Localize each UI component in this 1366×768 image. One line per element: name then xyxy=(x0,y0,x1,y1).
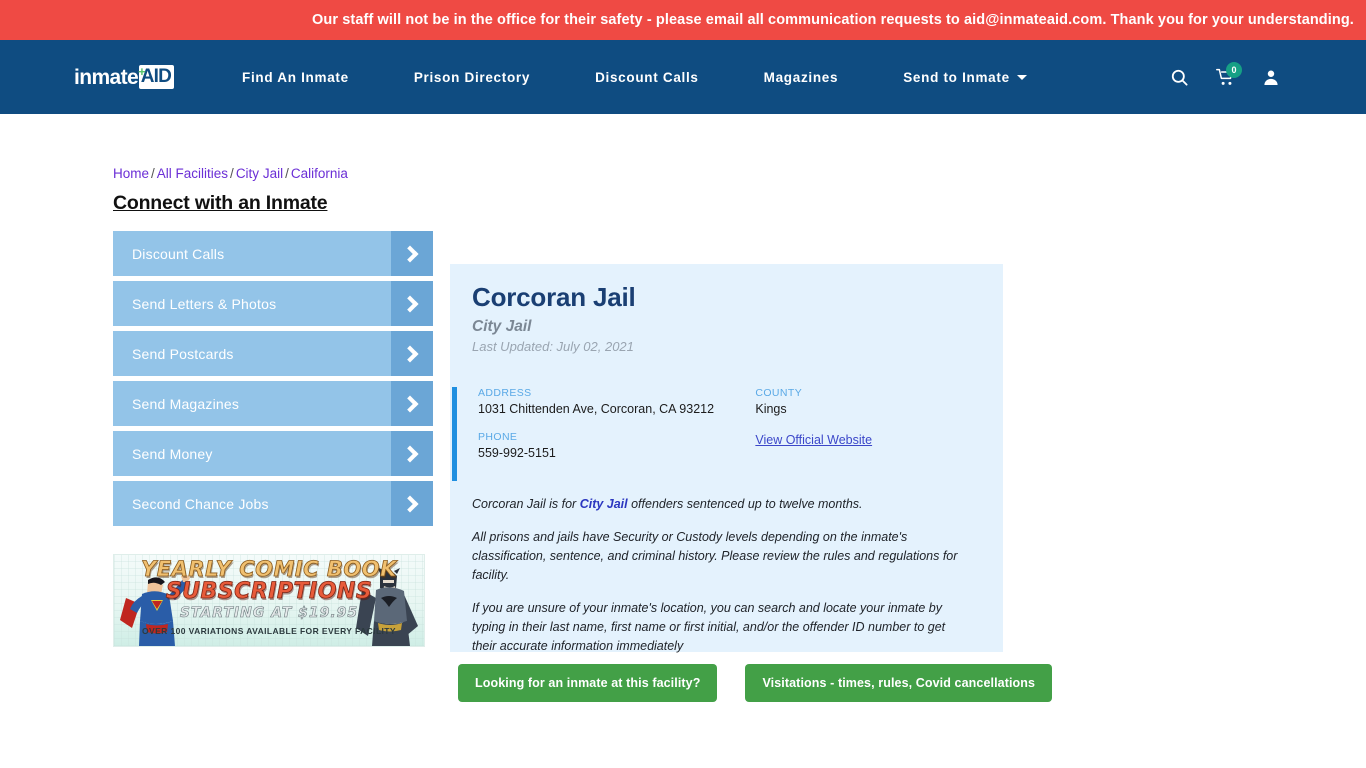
chevron-right-icon xyxy=(391,481,433,526)
desc-p1-before: Corcoran Jail is for xyxy=(472,497,580,511)
sidebar-item-send-magazines[interactable]: Send Magazines xyxy=(113,381,433,426)
nav-link-magazines[interactable]: Magazines xyxy=(764,70,839,85)
visitations-button[interactable]: Visitations - times, rules, Covid cancel… xyxy=(745,664,1053,702)
chevron-right-icon xyxy=(391,231,433,276)
sidebar-item-label: Discount Calls xyxy=(132,245,225,262)
sidebar-item-send-letters-photos[interactable]: Send Letters & Photos xyxy=(113,281,433,326)
ad-headline-line1: YEARLY COMIC BOOK xyxy=(141,557,397,582)
nav-link-find-an-inmate[interactable]: Find An Inmate xyxy=(242,70,349,85)
facility-info-card: Corcoran Jail City Jail Last Updated: Ju… xyxy=(450,264,1003,653)
ad-headline-line2: SUBSCRIPTIONS xyxy=(165,579,373,605)
chevron-right-icon xyxy=(391,431,433,476)
chevron-right-icon xyxy=(391,281,433,326)
sidebar-item-send-postcards[interactable]: Send Postcards xyxy=(113,331,433,376)
breadcrumb-separator: / xyxy=(285,166,289,181)
address-label: ADDRESS xyxy=(478,387,532,399)
logo-word-inmate: inmate xyxy=(74,65,139,89)
sidebar-item-label: Second Chance Jobs xyxy=(132,495,269,512)
facility-details-block: ADDRESS 1031 Chittenden Ave, Corcoran, C… xyxy=(450,387,1003,481)
facility-last-updated: Last Updated: July 02, 2021 xyxy=(472,339,634,354)
description-paragraph-2: All prisons and jails have Security or C… xyxy=(472,530,958,582)
main-navigation-bar: inmate + AID Find An Inmate Prison Direc… xyxy=(0,40,1366,114)
nav-icons-group: 0 xyxy=(1156,40,1294,114)
address-value: 1031 Chittenden Ave, Corcoran, CA 93212 xyxy=(478,402,715,416)
facility-type: City Jail xyxy=(472,318,532,335)
site-alert-banner: Our staff will not be in the office for … xyxy=(0,0,1366,40)
facility-name: Corcoran Jail xyxy=(472,282,636,312)
sidebar-item-second-chance-jobs[interactable]: Second Chance Jobs xyxy=(113,481,433,526)
facility-action-buttons: Looking for an inmate at this facility? … xyxy=(458,664,1053,702)
nav-links-group: Find An Inmate Prison Directory Discount… xyxy=(242,70,1092,85)
cart-count-badge: 0 xyxy=(1226,62,1242,78)
facility-details-left-column: ADDRESS 1031 Chittenden Ave, Corcoran, C… xyxy=(478,387,755,475)
logo-plus-icon: + xyxy=(138,63,146,79)
breadcrumb-separator: / xyxy=(230,166,234,181)
sidebar-item-discount-calls[interactable]: Discount Calls xyxy=(113,231,433,276)
sidebar-item-label: Send Postcards xyxy=(132,345,234,362)
breadcrumb: Home / All Facilities / City Jail / California xyxy=(113,166,348,181)
sidebar-item-label: Send Letters & Photos xyxy=(132,295,277,312)
shopping-cart-icon[interactable]: 0 xyxy=(1202,57,1248,97)
nav-link-discount-calls[interactable]: Discount Calls xyxy=(595,70,699,85)
nav-link-prison-directory[interactable]: Prison Directory xyxy=(414,70,530,85)
looking-for-inmate-button[interactable]: Looking for an inmate at this facility? xyxy=(458,664,718,702)
sidebar: Connect with an Inmate Discount Calls Se… xyxy=(113,192,433,647)
desc-p1-after: offenders sentenced up to twelve months. xyxy=(627,497,863,511)
phone-label: PHONE xyxy=(478,431,518,443)
description-paragraph-1: Corcoran Jail is for City Jail offenders… xyxy=(472,495,971,514)
phone-value: 559-992-5151 xyxy=(478,446,556,460)
nav-link-send-to-inmate[interactable]: Send to Inmate xyxy=(903,70,1027,85)
description-paragraph-3: If you are unsure of your inmate's locat… xyxy=(472,601,946,653)
chevron-right-icon xyxy=(391,331,433,376)
ad-subtext-line: OVER 100 VARIATIONS AVAILABLE FOR EVERY … xyxy=(142,626,396,636)
accent-bar xyxy=(452,387,457,481)
facility-description: Corcoran Jail is for City Jail offenders… xyxy=(450,481,1003,656)
breadcrumb-separator: / xyxy=(151,166,155,181)
sidebar-item-send-money[interactable]: Send Money xyxy=(113,431,433,476)
city-jail-link[interactable]: City Jail xyxy=(580,497,628,511)
county-label: COUNTY xyxy=(755,387,803,399)
breadcrumb-item-all-facilities[interactable]: All Facilities xyxy=(157,166,228,181)
inmateaid-logo[interactable]: inmate + AID xyxy=(74,63,175,90)
sidebar-title: Connect with an Inmate xyxy=(113,192,328,214)
sidebar-item-label: Send Money xyxy=(132,445,213,462)
sidebar-item-label: Send Magazines xyxy=(132,395,240,412)
breadcrumb-item-california[interactable]: California xyxy=(291,166,348,181)
chevron-right-icon xyxy=(391,381,433,426)
user-account-icon[interactable] xyxy=(1248,57,1294,97)
breadcrumb-item-home[interactable]: Home xyxy=(113,166,149,181)
ad-price-line: STARTING AT $19.95 xyxy=(179,605,359,622)
site-alert-text: Our staff will not be in the office for … xyxy=(312,12,1354,28)
facility-details-right-column: COUNTY Kings View Official Website xyxy=(755,387,1003,475)
breadcrumb-item-city-jail[interactable]: City Jail xyxy=(236,166,283,181)
county-value: Kings xyxy=(755,402,787,416)
search-icon[interactable] xyxy=(1156,57,1202,97)
comic-book-subscription-ad[interactable]: YEARLY COMIC BOOK SUBSCRIPTIONS STARTING… xyxy=(113,554,425,647)
official-website-link[interactable]: View Official Website xyxy=(755,433,872,447)
